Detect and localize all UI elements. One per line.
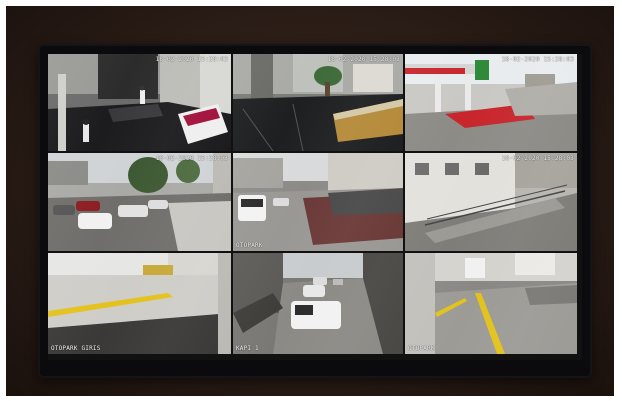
camera-2-timestamp: 18-02-2020 15:28:03 xyxy=(327,56,400,63)
camera-feed-street-entrance[interactable]: 18-02-2020 15:28:03 xyxy=(405,54,577,151)
parking-driveway-scene xyxy=(233,153,403,251)
camera-3-timestamp: 18-02-2020 15:28:03 xyxy=(501,56,574,63)
camera-1-timestamp: 18-02-2020 15:28:03 xyxy=(155,56,228,63)
camera-feed-reception[interactable]: 18-02-2020 15:28:03 xyxy=(233,54,403,151)
camera-feed-lobby[interactable]: 18-02-2020 15:28:03 xyxy=(48,54,231,151)
cctv-monitor: 18-02-2020 15:28:03 18-02-2020 15:28:03 … xyxy=(40,46,590,376)
camera-4-timestamp: 18-02-2020 15:28:03 xyxy=(155,155,228,162)
indoor-parking-scene xyxy=(405,253,577,354)
reception-scene xyxy=(233,54,403,151)
camera-feed-parking-driveway[interactable]: OTOPARK xyxy=(233,153,403,251)
camera-feed-outdoor-parking[interactable]: 18-02-2020 15:28:03 xyxy=(48,153,231,251)
photo-background: 18-02-2020 15:28:03 18-02-2020 15:28:03 … xyxy=(6,6,614,396)
camera-6-timestamp: 18-02-2020 15:28:03 xyxy=(501,155,574,162)
camera-grid: 18-02-2020 15:28:03 18-02-2020 15:28:03 … xyxy=(48,54,582,360)
camera-5-label: OTOPARK xyxy=(236,242,263,249)
camera-feed-building-ramp[interactable]: 18-02-2020 15:28:03 xyxy=(405,153,577,251)
outdoor-parking-scene xyxy=(48,153,231,251)
garage-entrance-scene xyxy=(48,253,231,354)
lobby-scene xyxy=(48,54,231,151)
camera-9-label: OTOPARK xyxy=(408,345,435,352)
camera-feed-indoor-parking[interactable]: OTOPARK xyxy=(405,253,577,354)
building-ramp-scene xyxy=(405,153,577,251)
camera-7-label: OTOPARK GIRIS xyxy=(51,345,101,352)
camera-8-label: KAPI 1 xyxy=(236,345,259,352)
camera-feed-street-gate[interactable]: KAPI 1 xyxy=(233,253,403,354)
camera-feed-garage-entrance[interactable]: OTOPARK GIRIS xyxy=(48,253,231,354)
street-entrance-scene xyxy=(405,54,577,151)
street-gate-scene xyxy=(233,253,403,354)
